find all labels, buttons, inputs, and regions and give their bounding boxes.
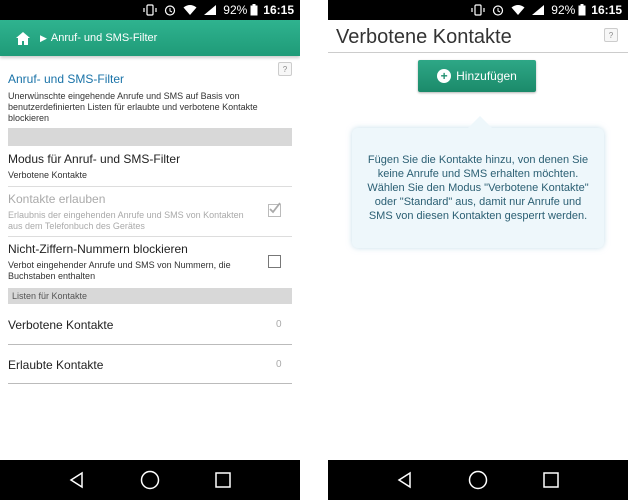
allow-contacts-title: Kontakte erlauben xyxy=(8,192,106,206)
battery-percentage: 92% xyxy=(223,3,248,17)
left-screen: 92% 16:15 ▶ Anruf- und SMS-Filter ? Anru… xyxy=(0,0,300,500)
block-non-digit-checkbox[interactable] xyxy=(268,255,281,268)
tooltip-pointer xyxy=(468,116,492,128)
battery-icon xyxy=(250,4,258,16)
mode-value: Verbotene Kontakte xyxy=(8,170,88,180)
list-item-label: Verbotene Kontakte xyxy=(8,318,114,332)
navigation-bar xyxy=(0,460,300,500)
clock: 16:15 xyxy=(591,3,622,17)
recents-icon xyxy=(543,472,560,488)
divider xyxy=(8,236,292,237)
help-button[interactable]: ? xyxy=(604,28,618,42)
right-screen: 92% 16:15 Verbotene Kontakte ? + Hinzufü… xyxy=(328,0,628,500)
wifi-icon xyxy=(183,5,197,15)
battery-percentage: 92% xyxy=(551,3,576,17)
list-item-label: Erlaubte Kontakte xyxy=(8,358,104,372)
home-button[interactable] xyxy=(12,27,34,49)
status-bar: 92% 16:15 xyxy=(0,0,300,20)
list-item[interactable]: Verbotene Kontakte xyxy=(8,318,292,332)
home-nav-button[interactable] xyxy=(139,469,161,491)
block-non-digit-title: Nicht-Ziffern-Nummern blockieren xyxy=(8,242,188,256)
back-icon xyxy=(397,471,411,489)
allow-contacts-description: Erlaubnis der eingehenden Anrufe und SMS… xyxy=(8,210,244,231)
section-separator xyxy=(8,128,292,146)
add-button-label: Hinzufügen xyxy=(456,69,517,83)
signal-icon xyxy=(204,5,217,15)
status-bar: 92% 16:15 xyxy=(328,0,628,20)
title-divider xyxy=(328,52,628,53)
block-non-digit-description: Verbot eingehender Anrufe und SMS von Nu… xyxy=(8,260,231,281)
list-item-count: 0 xyxy=(276,359,282,370)
clock: 16:15 xyxy=(263,3,294,17)
allow-contacts-checkbox[interactable] xyxy=(268,202,281,217)
app-bar-title: Anruf- und SMS-Filter xyxy=(50,32,158,44)
recents-icon xyxy=(215,472,232,488)
plus-icon: + xyxy=(437,69,452,83)
back-icon xyxy=(69,471,83,489)
signal-icon xyxy=(532,5,545,15)
mode-title: Modus für Anruf- und SMS-Filter xyxy=(8,152,181,166)
home-nav-button[interactable] xyxy=(467,469,489,491)
breadcrumb-arrow-icon: ▶ xyxy=(40,32,47,43)
back-button[interactable] xyxy=(394,469,416,491)
lists-section-header: Listen für Kontakte xyxy=(8,288,292,304)
allow-contacts-setting[interactable]: Kontakte erlauben Erlaubnis der eingehen… xyxy=(8,192,260,232)
section-intro: Anruf- und SMS-Filter Unerwünschte einge… xyxy=(8,72,292,124)
list-item-count: 0 xyxy=(276,319,282,330)
block-non-digit-setting[interactable]: Nicht-Ziffern-Nummern blockieren Verbot … xyxy=(8,242,260,282)
alarm-icon xyxy=(165,5,176,16)
back-button[interactable] xyxy=(66,469,88,491)
alarm-icon xyxy=(493,5,504,16)
navigation-bar xyxy=(328,460,628,500)
battery-icon xyxy=(578,4,586,16)
recents-button[interactable] xyxy=(540,469,562,491)
home-icon xyxy=(16,31,30,45)
checkmark-icon xyxy=(269,202,281,214)
vibrate-icon xyxy=(143,4,157,16)
page-title: Verbotene Kontakte xyxy=(336,26,512,48)
divider xyxy=(8,186,292,187)
circle-home-icon xyxy=(468,470,488,490)
section-description: Unerwünschte eingehende Anrufe und SMS a… xyxy=(8,91,258,123)
app-bar: ▶ Anruf- und SMS-Filter xyxy=(0,20,300,56)
list-item[interactable]: Erlaubte Kontakte xyxy=(8,358,292,372)
circle-home-icon xyxy=(140,470,160,490)
info-tooltip: Fügen Sie die Kontakte hinzu, von denen … xyxy=(352,128,604,248)
wifi-icon xyxy=(511,5,525,15)
add-button[interactable]: + Hinzufügen xyxy=(418,60,536,92)
divider xyxy=(8,344,292,345)
mode-setting[interactable]: Modus für Anruf- und SMS-Filter Verboten… xyxy=(8,152,292,180)
vibrate-icon xyxy=(471,4,485,16)
divider xyxy=(8,383,292,384)
info-text: Fügen Sie die Kontakte hinzu, von denen … xyxy=(367,154,589,222)
recents-button[interactable] xyxy=(212,469,234,491)
section-title: Anruf- und SMS-Filter xyxy=(8,72,125,86)
